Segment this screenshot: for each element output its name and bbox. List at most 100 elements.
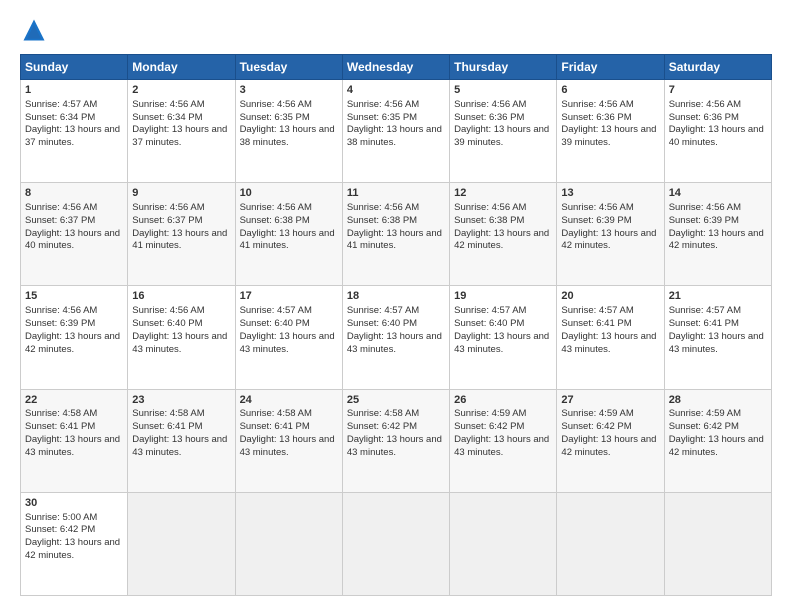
day-info: Sunrise: 4:56 AMSunset: 6:36 PMDaylight:…	[454, 99, 549, 148]
calendar-cell	[128, 492, 235, 595]
logo	[20, 16, 52, 44]
calendar-week-1: 1Sunrise: 4:57 AMSunset: 6:34 PMDaylight…	[21, 80, 772, 183]
day-number: 26	[454, 393, 552, 408]
calendar-cell: 14Sunrise: 4:56 AMSunset: 6:39 PMDayligh…	[664, 183, 771, 286]
calendar-cell: 7Sunrise: 4:56 AMSunset: 6:36 PMDaylight…	[664, 80, 771, 183]
day-info: Sunrise: 4:58 AMSunset: 6:41 PMDaylight:…	[240, 408, 335, 457]
calendar-week-3: 15Sunrise: 4:56 AMSunset: 6:39 PMDayligh…	[21, 286, 772, 389]
day-number: 8	[25, 186, 123, 201]
calendar-cell	[557, 492, 664, 595]
day-number: 15	[25, 289, 123, 304]
calendar-cell: 21Sunrise: 4:57 AMSunset: 6:41 PMDayligh…	[664, 286, 771, 389]
day-number: 24	[240, 393, 338, 408]
calendar-cell: 20Sunrise: 4:57 AMSunset: 6:41 PMDayligh…	[557, 286, 664, 389]
page: SundayMondayTuesdayWednesdayThursdayFrid…	[0, 0, 792, 612]
calendar-cell: 10Sunrise: 4:56 AMSunset: 6:38 PMDayligh…	[235, 183, 342, 286]
day-info: Sunrise: 4:56 AMSunset: 6:34 PMDaylight:…	[132, 99, 227, 148]
day-number: 14	[669, 186, 767, 201]
day-number: 16	[132, 289, 230, 304]
calendar-header-monday: Monday	[128, 55, 235, 80]
day-number: 18	[347, 289, 445, 304]
day-info: Sunrise: 4:58 AMSunset: 6:42 PMDaylight:…	[347, 408, 442, 457]
day-info: Sunrise: 4:57 AMSunset: 6:40 PMDaylight:…	[454, 305, 549, 354]
day-number: 7	[669, 83, 767, 98]
day-info: Sunrise: 4:59 AMSunset: 6:42 PMDaylight:…	[454, 408, 549, 457]
day-number: 4	[347, 83, 445, 98]
day-info: Sunrise: 4:56 AMSunset: 6:40 PMDaylight:…	[132, 305, 227, 354]
day-info: Sunrise: 4:59 AMSunset: 6:42 PMDaylight:…	[669, 408, 764, 457]
calendar-cell	[450, 492, 557, 595]
day-number: 2	[132, 83, 230, 98]
day-info: Sunrise: 4:57 AMSunset: 6:41 PMDaylight:…	[561, 305, 656, 354]
day-info: Sunrise: 4:56 AMSunset: 6:36 PMDaylight:…	[561, 99, 656, 148]
calendar-cell: 17Sunrise: 4:57 AMSunset: 6:40 PMDayligh…	[235, 286, 342, 389]
day-info: Sunrise: 4:56 AMSunset: 6:36 PMDaylight:…	[669, 99, 764, 148]
day-number: 19	[454, 289, 552, 304]
calendar-week-5: 30Sunrise: 5:00 AMSunset: 6:42 PMDayligh…	[21, 492, 772, 595]
calendar-cell: 23Sunrise: 4:58 AMSunset: 6:41 PMDayligh…	[128, 389, 235, 492]
day-info: Sunrise: 4:56 AMSunset: 6:38 PMDaylight:…	[240, 202, 335, 251]
calendar-week-2: 8Sunrise: 4:56 AMSunset: 6:37 PMDaylight…	[21, 183, 772, 286]
day-number: 20	[561, 289, 659, 304]
calendar-cell: 16Sunrise: 4:56 AMSunset: 6:40 PMDayligh…	[128, 286, 235, 389]
day-info: Sunrise: 4:56 AMSunset: 6:35 PMDaylight:…	[240, 99, 335, 148]
day-info: Sunrise: 4:57 AMSunset: 6:34 PMDaylight:…	[25, 99, 120, 148]
calendar-cell	[235, 492, 342, 595]
calendar-cell: 4Sunrise: 4:56 AMSunset: 6:35 PMDaylight…	[342, 80, 449, 183]
calendar-cell: 9Sunrise: 4:56 AMSunset: 6:37 PMDaylight…	[128, 183, 235, 286]
logo-icon	[20, 16, 48, 44]
calendar-cell: 8Sunrise: 4:56 AMSunset: 6:37 PMDaylight…	[21, 183, 128, 286]
day-number: 12	[454, 186, 552, 201]
calendar-header-row: SundayMondayTuesdayWednesdayThursdayFrid…	[21, 55, 772, 80]
day-number: 23	[132, 393, 230, 408]
calendar-cell: 30Sunrise: 5:00 AMSunset: 6:42 PMDayligh…	[21, 492, 128, 595]
day-number: 17	[240, 289, 338, 304]
calendar-cell: 25Sunrise: 4:58 AMSunset: 6:42 PMDayligh…	[342, 389, 449, 492]
day-info: Sunrise: 4:57 AMSunset: 6:41 PMDaylight:…	[669, 305, 764, 354]
day-number: 21	[669, 289, 767, 304]
day-number: 25	[347, 393, 445, 408]
day-info: Sunrise: 4:58 AMSunset: 6:41 PMDaylight:…	[132, 408, 227, 457]
day-info: Sunrise: 4:59 AMSunset: 6:42 PMDaylight:…	[561, 408, 656, 457]
day-info: Sunrise: 4:57 AMSunset: 6:40 PMDaylight:…	[240, 305, 335, 354]
calendar-cell: 5Sunrise: 4:56 AMSunset: 6:36 PMDaylight…	[450, 80, 557, 183]
calendar-table: SundayMondayTuesdayWednesdayThursdayFrid…	[20, 54, 772, 596]
day-number: 3	[240, 83, 338, 98]
day-number: 5	[454, 83, 552, 98]
day-info: Sunrise: 4:56 AMSunset: 6:35 PMDaylight:…	[347, 99, 442, 148]
calendar-cell: 3Sunrise: 4:56 AMSunset: 6:35 PMDaylight…	[235, 80, 342, 183]
day-info: Sunrise: 4:57 AMSunset: 6:40 PMDaylight:…	[347, 305, 442, 354]
calendar-cell	[664, 492, 771, 595]
day-info: Sunrise: 4:56 AMSunset: 6:38 PMDaylight:…	[454, 202, 549, 251]
day-info: Sunrise: 4:58 AMSunset: 6:41 PMDaylight:…	[25, 408, 120, 457]
calendar-header-thursday: Thursday	[450, 55, 557, 80]
day-info: Sunrise: 4:56 AMSunset: 6:37 PMDaylight:…	[25, 202, 120, 251]
calendar-week-4: 22Sunrise: 4:58 AMSunset: 6:41 PMDayligh…	[21, 389, 772, 492]
day-number: 28	[669, 393, 767, 408]
day-number: 30	[25, 496, 123, 511]
calendar-cell: 18Sunrise: 4:57 AMSunset: 6:40 PMDayligh…	[342, 286, 449, 389]
day-number: 10	[240, 186, 338, 201]
calendar-body: 1Sunrise: 4:57 AMSunset: 6:34 PMDaylight…	[21, 80, 772, 596]
day-number: 9	[132, 186, 230, 201]
calendar-header-saturday: Saturday	[664, 55, 771, 80]
calendar-cell: 28Sunrise: 4:59 AMSunset: 6:42 PMDayligh…	[664, 389, 771, 492]
calendar-cell: 2Sunrise: 4:56 AMSunset: 6:34 PMDaylight…	[128, 80, 235, 183]
calendar-cell	[342, 492, 449, 595]
calendar-header-tuesday: Tuesday	[235, 55, 342, 80]
calendar-cell: 27Sunrise: 4:59 AMSunset: 6:42 PMDayligh…	[557, 389, 664, 492]
day-number: 27	[561, 393, 659, 408]
day-number: 13	[561, 186, 659, 201]
day-number: 11	[347, 186, 445, 201]
calendar-cell: 6Sunrise: 4:56 AMSunset: 6:36 PMDaylight…	[557, 80, 664, 183]
calendar-cell: 12Sunrise: 4:56 AMSunset: 6:38 PMDayligh…	[450, 183, 557, 286]
day-number: 6	[561, 83, 659, 98]
day-info: Sunrise: 4:56 AMSunset: 6:37 PMDaylight:…	[132, 202, 227, 251]
day-info: Sunrise: 4:56 AMSunset: 6:39 PMDaylight:…	[25, 305, 120, 354]
calendar-cell: 13Sunrise: 4:56 AMSunset: 6:39 PMDayligh…	[557, 183, 664, 286]
day-number: 22	[25, 393, 123, 408]
day-number: 1	[25, 83, 123, 98]
calendar-cell: 22Sunrise: 4:58 AMSunset: 6:41 PMDayligh…	[21, 389, 128, 492]
calendar-cell: 24Sunrise: 4:58 AMSunset: 6:41 PMDayligh…	[235, 389, 342, 492]
calendar-cell: 19Sunrise: 4:57 AMSunset: 6:40 PMDayligh…	[450, 286, 557, 389]
